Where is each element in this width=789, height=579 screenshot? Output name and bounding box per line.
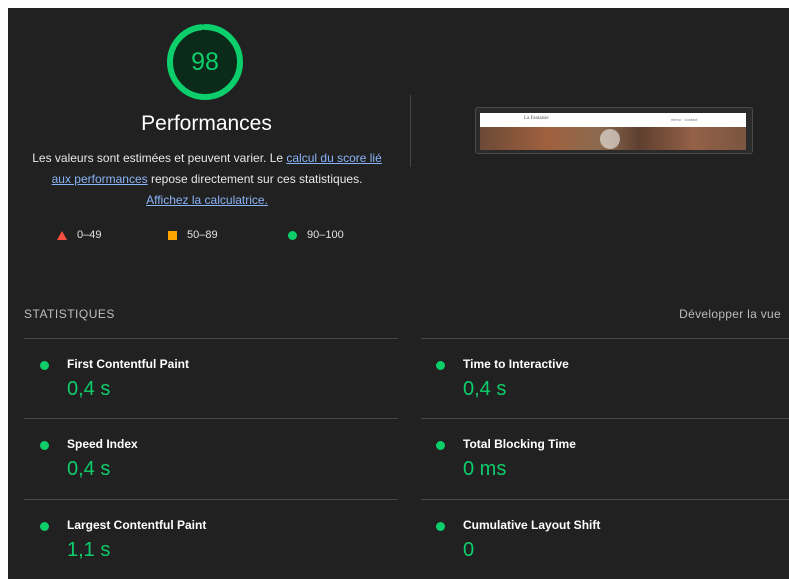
category-title: Performances <box>141 112 272 135</box>
metric-value: 1,1 s <box>67 539 111 561</box>
circle-icon <box>288 230 297 240</box>
metric-name: First Contentful Paint <box>67 357 189 371</box>
page-screenshot-thumbnail[interactable]: La Fantaisie menu · contact <box>475 107 753 154</box>
legend-item-fail: 0–49 <box>57 229 101 241</box>
vertical-divider <box>410 95 411 167</box>
metric-time-to-interactive: Time to Interactive 0,4 s <box>436 354 786 424</box>
expand-view-toggle[interactable]: Développer la vue <box>679 307 781 321</box>
metric-name: Speed Index <box>67 437 138 451</box>
legend-item-average: 50–89 <box>168 229 218 241</box>
divider <box>24 338 398 339</box>
metric-name: Largest Contentful Paint <box>67 518 207 532</box>
score-value: 98 <box>191 47 219 76</box>
metric-value: 0,4 s <box>463 378 507 400</box>
thumbnail-hero-image <box>480 127 746 150</box>
pass-circle-icon <box>40 522 49 531</box>
score-gauge: 98 <box>165 22 245 102</box>
metric-name: Total Blocking Time <box>463 437 576 451</box>
legend-range: 50–89 <box>187 229 218 241</box>
legend-item-pass: 90–100 <box>288 229 344 241</box>
metric-name: Time to Interactive <box>463 357 569 371</box>
metric-largest-contentful-paint: Largest Contentful Paint 1,1 s <box>40 515 390 579</box>
performance-panel: 98 Performances Les valeurs sont estimée… <box>8 8 789 579</box>
triangle-icon <box>57 230 67 240</box>
legend-range: 0–49 <box>77 229 102 241</box>
metric-value: 0 ms <box>463 458 507 480</box>
metric-total-blocking-time: Total Blocking Time 0 ms <box>436 434 786 504</box>
metric-cumulative-layout-shift: Cumulative Layout Shift 0 <box>436 515 786 579</box>
metric-speed-index: Speed Index 0,4 s <box>40 434 390 504</box>
pass-circle-icon <box>436 361 445 370</box>
divider <box>421 338 789 339</box>
calculator-link[interactable]: Affichez la calculatrice. <box>146 193 268 207</box>
metric-name: Cumulative Layout Shift <box>463 518 601 532</box>
description-text-1: Les valeurs sont estimées et peuvent var… <box>32 151 287 165</box>
thumbnail-brand: La Fantaisie <box>524 116 549 121</box>
description-text-2: repose directement sur ces statistiques. <box>147 172 363 186</box>
score-description: Les valeurs sont estimées et peuvent var… <box>32 148 382 211</box>
thumbnail-page: La Fantaisie menu · contact <box>480 113 746 150</box>
pass-circle-icon <box>40 441 49 450</box>
metric-value: 0 <box>463 539 475 561</box>
pass-circle-icon <box>436 522 445 531</box>
thumbnail-nav: menu · contact <box>671 117 698 122</box>
metrics-section-label: STATISTIQUES <box>24 307 115 321</box>
legend-range: 90–100 <box>307 229 344 241</box>
metric-value: 0,4 s <box>67 458 111 480</box>
pass-circle-icon <box>40 361 49 370</box>
pass-circle-icon <box>436 441 445 450</box>
metric-value: 0,4 s <box>67 378 111 400</box>
metric-first-contentful-paint: First Contentful Paint 0,4 s <box>40 354 390 424</box>
square-icon <box>168 230 177 240</box>
